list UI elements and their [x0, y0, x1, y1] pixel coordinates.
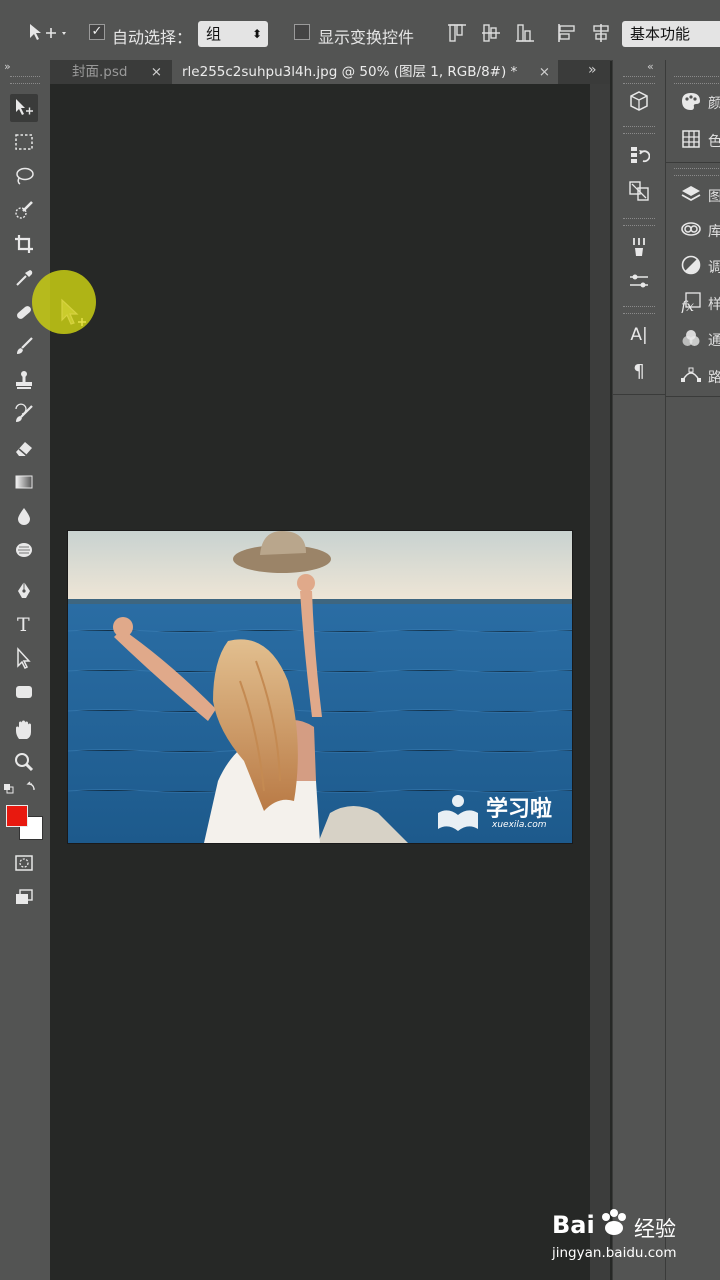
- path-selection-icon[interactable]: [10, 644, 38, 672]
- channels-icon[interactable]: [678, 325, 704, 351]
- xuexila-watermark: 学习啦 xuexila.com: [436, 791, 566, 835]
- align-bottom-icon[interactable]: [514, 22, 536, 44]
- watermark-title: 学习啦: [486, 797, 553, 822]
- character-icon[interactable]: A|: [626, 322, 652, 348]
- clone-stamp-icon[interactable]: [10, 366, 38, 394]
- panel-label-paths: 路: [708, 370, 720, 386]
- 3d-icon[interactable]: [626, 88, 652, 114]
- tab-label: rle255c2suhpu3l4h.jpg @ 50% (图层 1, RGB/8…: [182, 64, 518, 80]
- move-cursor-icon: [61, 298, 86, 326]
- panel-label-styles: 样: [708, 297, 720, 313]
- history-brush-icon[interactable]: [10, 400, 38, 428]
- baidu-url: jingyan.baidu.com: [552, 1245, 677, 1261]
- panel-label-channels: 通: [708, 333, 720, 349]
- rectangle-shape-icon[interactable]: [10, 678, 38, 706]
- workspace-dropdown[interactable]: 基本功能: [622, 21, 720, 47]
- gradient-icon[interactable]: [10, 468, 38, 496]
- panel-dock: 颜 色 图 库 调 fx 样 通 路: [665, 60, 720, 1280]
- align-vertical-center-icon[interactable]: [480, 22, 502, 44]
- show-transform-label: 显示变换控件: [318, 28, 415, 47]
- panel-grip[interactable]: [623, 218, 655, 226]
- history-icon[interactable]: [626, 142, 652, 168]
- document-image[interactable]: 学习啦 xuexila.com: [68, 531, 572, 843]
- panel-grip[interactable]: [674, 168, 720, 176]
- align-top-icon[interactable]: [446, 22, 468, 44]
- tab-label: 封面.psd: [72, 64, 128, 80]
- pen-icon[interactable]: [10, 576, 38, 604]
- workspace-dropdown-value: 基本功能: [630, 25, 691, 43]
- panel-label-adjustments: 调: [708, 260, 720, 276]
- baidu-brand-suffix: 经验: [634, 1217, 676, 1241]
- options-bar: ✓ 自动选择： 组 ⬍ 显示变换控件 基本功能: [0, 0, 720, 61]
- properties-icon[interactable]: [626, 178, 652, 204]
- toolbar-grip[interactable]: [10, 76, 40, 84]
- book-logo-icon: [438, 795, 478, 831]
- canvas-scrollbar[interactable]: [590, 84, 610, 1280]
- crop-icon[interactable]: [10, 230, 38, 258]
- svg-text:T: T: [17, 614, 30, 635]
- panel-grip[interactable]: [674, 76, 720, 84]
- blur-icon[interactable]: [10, 502, 38, 530]
- paragraph-glyph: ¶: [633, 360, 645, 382]
- auto-select-label: 自动选择：: [112, 28, 193, 47]
- paths-icon[interactable]: [678, 362, 704, 388]
- align-left-icon[interactable]: [556, 22, 578, 44]
- dropdown-arrows-icon: ⬍: [251, 27, 262, 41]
- panel-grip[interactable]: [623, 306, 655, 314]
- rectangular-marquee-icon[interactable]: [10, 128, 38, 156]
- baidu-jingyan-watermark: Bai 经验 jingyan.baidu.com: [548, 1205, 708, 1267]
- tools-panel: » T: [0, 60, 51, 1280]
- brush-icon[interactable]: [10, 332, 38, 360]
- quick-mask-icon[interactable]: [10, 849, 38, 877]
- zoom-icon[interactable]: [10, 748, 38, 776]
- tab-overflow-button[interactable]: »: [588, 62, 597, 78]
- eraser-icon[interactable]: [10, 434, 38, 462]
- adjustments-icon[interactable]: [678, 252, 704, 278]
- paragraph-icon[interactable]: ¶: [626, 358, 652, 384]
- hand-icon[interactable]: [10, 716, 38, 744]
- panel-label-libraries: 库: [708, 224, 720, 240]
- tab-active-document[interactable]: rle255c2suhpu3l4h.jpg @ 50% (图层 1, RGB/8…: [172, 60, 558, 84]
- move-tool-preset-icon[interactable]: [26, 20, 70, 46]
- panel-label-layers: 图: [708, 189, 720, 205]
- foreground-color-swatch[interactable]: [6, 805, 28, 827]
- align-horizontal-center-icon[interactable]: [590, 22, 612, 44]
- libraries-icon[interactable]: [678, 216, 704, 242]
- panel-label-color: 颜: [708, 96, 720, 112]
- toolbar-collapse-button[interactable]: »: [4, 60, 11, 73]
- brush-settings-icon[interactable]: [626, 268, 652, 294]
- document-tab-bar: 封面.psd × rle255c2suhpu3l4h.jpg @ 50% (图层…: [50, 60, 610, 84]
- tab-close-button[interactable]: ×: [151, 60, 162, 84]
- type-icon[interactable]: T: [10, 610, 38, 638]
- character-glyph: A|: [630, 325, 648, 345]
- eyedropper-icon[interactable]: [10, 264, 38, 292]
- panel-grip[interactable]: [623, 126, 655, 134]
- tab-cover-psd[interactable]: 封面.psd ×: [62, 60, 170, 84]
- show-transform-checkbox[interactable]: [294, 24, 310, 40]
- move-tool-icon[interactable]: [10, 94, 38, 122]
- auto-select-dropdown[interactable]: 组 ⬍: [198, 21, 268, 47]
- layers-icon[interactable]: [678, 181, 704, 207]
- watermark-subtitle: xuexila.com: [492, 820, 547, 830]
- styles-fx-icon[interactable]: fx: [678, 289, 704, 315]
- color-palette-icon[interactable]: [678, 88, 704, 114]
- screen-mode-icon[interactable]: [10, 883, 38, 911]
- baidu-paw-icon: [602, 1209, 626, 1235]
- dodge-icon[interactable]: [10, 536, 38, 564]
- brush-presets-icon[interactable]: [626, 234, 652, 260]
- panels-collapse-button[interactable]: «: [647, 60, 654, 73]
- auto-select-checkbox[interactable]: ✓: [89, 24, 105, 40]
- baidu-brand: Bai: [552, 1211, 595, 1239]
- auto-select-dropdown-value: 组: [206, 25, 222, 43]
- quick-selection-icon[interactable]: [10, 196, 38, 224]
- collapsed-panels-column: « A| ¶: [612, 60, 665, 1280]
- svg-text:fx: fx: [680, 299, 694, 313]
- color-swatch-controls: [4, 780, 44, 796]
- swatches-grid-icon[interactable]: [678, 126, 704, 152]
- panel-grip[interactable]: [623, 76, 655, 84]
- panel-label-swatches: 色: [708, 134, 720, 150]
- tab-close-button[interactable]: ×: [539, 60, 550, 84]
- lasso-icon[interactable]: [10, 162, 38, 190]
